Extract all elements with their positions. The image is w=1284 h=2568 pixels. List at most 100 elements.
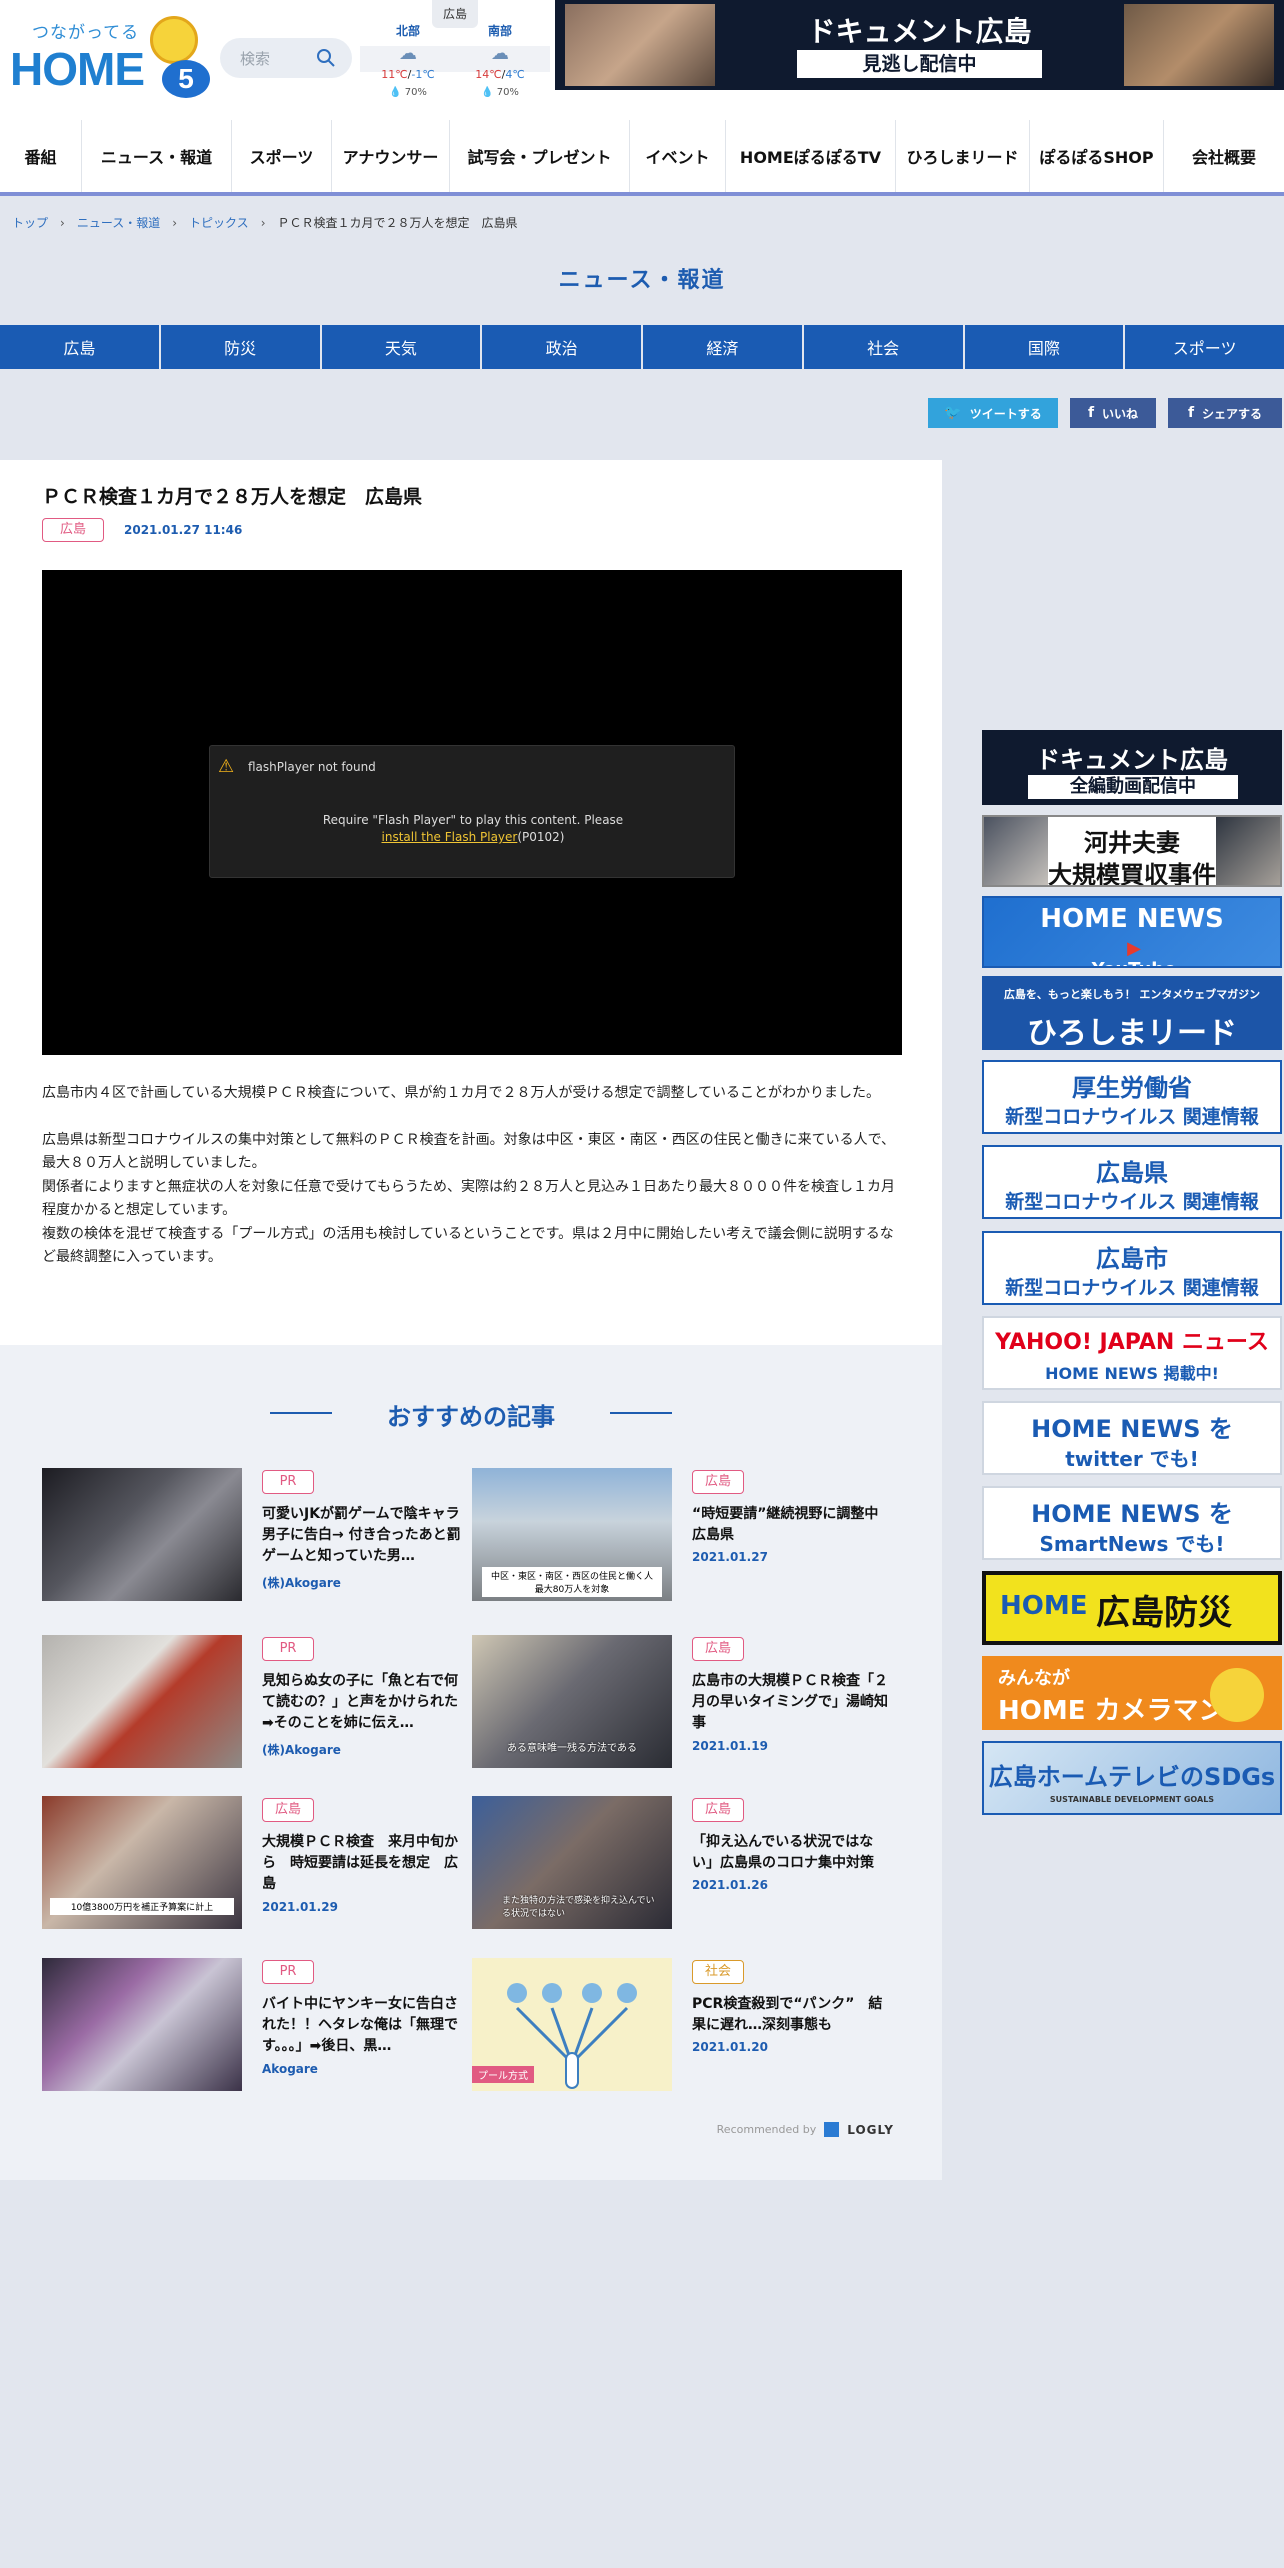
video-player[interactable]: ⚠ flashPlayer not found Require "Flash P…	[42, 570, 902, 1055]
banner-photo-right	[1124, 4, 1274, 86]
sidebar-banner-line2: twitter でも!	[1065, 1447, 1199, 1471]
sidebar-banner-smartnews[interactable]: HOME NEWS を SmartNews でも!	[982, 1486, 1282, 1560]
sidebar-banner-hiroshima-lead[interactable]: 広島を、もっと楽しもう！ エンタメウェブマガジン ひろしまリード	[982, 976, 1282, 1050]
sidebar-banner-line1: 広島ホームテレビのSDGs	[988, 1763, 1276, 1791]
card-title: “時短要請”継続視野に調整中 広島県	[692, 1506, 892, 1543]
recommended-articles: おすすめの記事 PR 可愛いJKが罰ゲームで陰キャラ男子に告白→ 付き合ったあと…	[0, 1345, 942, 2180]
search-icon[interactable]	[316, 48, 336, 68]
card-title: バイト中にヤンキー女に告白された！！ヘタレな俺は「無理です。。。」➡後日、黒…	[262, 1996, 458, 2054]
category-tab[interactable]: 広島	[0, 325, 159, 369]
sidebar-banner-line2: SmartNews でも!	[1039, 1532, 1225, 1556]
rain-chance: 70%	[404, 87, 427, 98]
sidebar-banner-hiroshima-pref[interactable]: 広島県 新型コロナウイルス 関連情報	[982, 1145, 1282, 1219]
category-tab[interactable]: 政治	[482, 325, 641, 369]
tweet-button[interactable]: 🐦 ツイートする	[928, 398, 1058, 428]
breadcrumb-news[interactable]: ニュース・報道	[77, 214, 160, 231]
sidebar-banner-document[interactable]: ドキュメント広島 全編動画配信中	[982, 730, 1282, 805]
like-button[interactable]: f いいね	[1070, 398, 1156, 428]
category-tab[interactable]: 防災	[160, 325, 320, 369]
sidebar-banner-hiroshima-city[interactable]: 広島市 新型コロナウイルス 関連情報	[982, 1231, 1282, 1305]
recommend-card[interactable]: 中区・東区・南区・西区の住民と働く人 最大80万人を対象 広島 “時短要請”継続…	[472, 1468, 892, 1603]
nav-item[interactable]: ぽるぽるSHOP	[1030, 120, 1164, 192]
nav-item[interactable]: ひろしまリード	[896, 120, 1030, 192]
weather-north: 北部 ☁ 11℃/-1℃ 💧 70%	[364, 22, 452, 98]
nav-item[interactable]: 会社概要	[1164, 120, 1284, 192]
global-nav: 番組 ニュース・報道 スポーツ アナウンサー 試写会・プレゼント イベント HO…	[0, 120, 1284, 192]
logly-credit[interactable]: Recommended by LOGLY	[717, 2122, 894, 2137]
recommend-title: おすすめの記事	[0, 1397, 942, 1432]
recommend-card[interactable]: PR 可愛いJKが罰ゲームで陰キャラ男子に告白→ 付き合ったあと罰ゲームと知って…	[42, 1468, 462, 1603]
sidebar-banner-line2: 新型コロナウイルス 関連情報	[1005, 1277, 1259, 1299]
sidebar-banner-yahoo[interactable]: YAHOO! JAPAN ニュース HOME NEWS 掲載中!	[982, 1316, 1282, 1390]
recommend-card[interactable]: プール方式 社会 PCR検査殺到で“パンク” 結果に遅れ…深刻事態も 2021.…	[472, 1958, 892, 2093]
card-tag: 広島	[692, 1470, 744, 1494]
banner-title: ドキュメント広島	[807, 15, 1032, 48]
logly-icon	[824, 2122, 840, 2137]
recommend-card[interactable]: ある意味唯一残る方法である 広島 広島市の大規模ＰＣＲ検査「２月の早いタイミング…	[472, 1635, 892, 1770]
facebook-icon: f	[1087, 405, 1095, 421]
article-tag[interactable]: 広島	[42, 518, 104, 542]
card-title: 大規模ＰＣＲ検査 来月中旬から 時短要請は延長を想定 広島	[262, 1834, 458, 1892]
card-thumbnail: 10億3800万円を補正予算案に計上	[42, 1796, 242, 1929]
card-thumbnail	[42, 1958, 242, 2091]
document-hiroshima-banner[interactable]: ドキュメント広島 見逃し配信中	[555, 0, 1284, 90]
sidebar-banner-cameraman[interactable]: みんなが HOME カメラマン	[982, 1656, 1282, 1730]
search-input[interactable]: 検索	[220, 38, 352, 78]
tweet-label: ツイートする	[969, 406, 1042, 421]
sidebar-banner-sdgs[interactable]: 広島ホームテレビのSDGs SUSTAINABLE DEVELOPMENT GO…	[982, 1741, 1282, 1815]
sidebar-banner-line1: HOME NEWS を	[1031, 1415, 1233, 1443]
search-placeholder: 検索	[240, 50, 271, 68]
install-flash-link[interactable]: install the Flash Player	[382, 830, 518, 844]
recommend-card[interactable]: PR バイト中にヤンキー女に告白された！！ヘタレな俺は「無理です。。。」➡後日、…	[42, 1958, 462, 2093]
category-tab[interactable]: 天気	[321, 325, 481, 369]
flash-error-code: (P0102)	[517, 830, 565, 844]
facebook-icon: f	[1187, 405, 1195, 421]
recommended-by-label: Recommended by	[716, 2123, 817, 2136]
category-tab[interactable]: スポーツ	[1125, 325, 1284, 369]
sidebar-banner-bousai[interactable]: HOME 広島防災	[982, 1571, 1282, 1645]
category-tab[interactable]: 社会	[803, 325, 963, 369]
nav-item[interactable]: イベント	[630, 120, 726, 192]
nav-item[interactable]: 番組	[0, 120, 82, 192]
sidebar-banner-kawai[interactable]: 河井夫妻 大規模買収事件	[982, 815, 1282, 887]
sidebar-banner-line2: 全編動画配信中	[1028, 775, 1238, 799]
flash-error-message: Require "Flash Player" to play this cont…	[210, 812, 736, 846]
nav-item[interactable]: ニュース・報道	[82, 120, 232, 192]
nav-item[interactable]: 試写会・プレゼント	[450, 120, 630, 192]
category-tab[interactable]: 経済	[643, 325, 802, 369]
card-title: 見知らぬ女の子に「魚と右で何て読むの？」と声をかけられた➡そのことを姉に伝え…	[262, 1673, 458, 1731]
warning-icon: ⚠	[218, 756, 235, 777]
weather-widget: 広島 北部 ☁ 11℃/-1℃ 💧 70% 南部 ☁ 14℃/4℃ 💧 70%	[360, 0, 550, 115]
temp-high: 14℃	[475, 68, 502, 81]
share-label: シェアする	[1202, 406, 1263, 421]
home-logo[interactable]: つながってる HOME 5	[10, 12, 210, 98]
recommend-card[interactable]: また独特の方法で感染を抑え込んでいる状況ではない 広島 「抑え込んでいる状況では…	[472, 1796, 892, 1931]
sidebar-banner-line2: 新型コロナウイルス 関連情報	[1005, 1106, 1259, 1128]
weather-temp: 14℃/4℃	[475, 68, 525, 81]
temp-low: -1℃	[411, 68, 435, 81]
sidebar-banner-mhlw[interactable]: 厚生労働省 新型コロナウイルス 関連情報	[982, 1060, 1282, 1134]
nav-item[interactable]: スポーツ	[232, 120, 332, 192]
recommend-card[interactable]: 10億3800万円を補正予算案に計上 広島 大規模ＰＣＲ検査 来月中旬から 時短…	[42, 1796, 462, 1931]
article-paragraph: 広島県は新型コロナウイルスの集中対策として無料のＰＣＲ検査を計画。対象は中区・東…	[42, 1131, 896, 1172]
share-button[interactable]: f シェアする	[1168, 398, 1282, 428]
article: ＰＣＲ検査１カ月で２８万人を想定 広島県 広島 2021.01.27 11:46…	[0, 460, 942, 1345]
breadcrumb: トップ › ニュース・報道 › トピックス › ＰＣＲ検査１カ月で２８万人を想定…	[12, 214, 518, 231]
sidebar-banner-youtube[interactable]: HOME NEWS ▶ YouTube	[982, 896, 1282, 968]
card-meta: 2021.01.20	[692, 2040, 768, 2054]
nav-item[interactable]: HOMEぽるぽるTV	[726, 120, 896, 192]
sidebar-banner-twitter[interactable]: HOME NEWS を twitter でも!	[982, 1401, 1282, 1475]
nav-item[interactable]: アナウンサー	[332, 120, 450, 192]
card-meta: Akogare	[262, 2062, 318, 2076]
card-thumbnail	[42, 1635, 242, 1768]
thumb-caption: 10億3800万円を補正予算案に計上	[50, 1898, 234, 1915]
chick-mascot-icon	[150, 16, 198, 64]
logo-five: 5	[162, 60, 210, 98]
category-tab[interactable]: 国際	[964, 325, 1124, 369]
temp-high: 11℃	[381, 68, 408, 81]
breadcrumb-topics[interactable]: トピックス	[189, 214, 249, 231]
card-meta: 2021.01.29	[262, 1900, 338, 1914]
chevron-right-icon: ›	[172, 215, 178, 230]
breadcrumb-top[interactable]: トップ	[12, 214, 48, 231]
recommend-card[interactable]: PR 見知らぬ女の子に「魚と右で何て読むの？」と声をかけられた➡そのことを姉に伝…	[42, 1635, 462, 1770]
